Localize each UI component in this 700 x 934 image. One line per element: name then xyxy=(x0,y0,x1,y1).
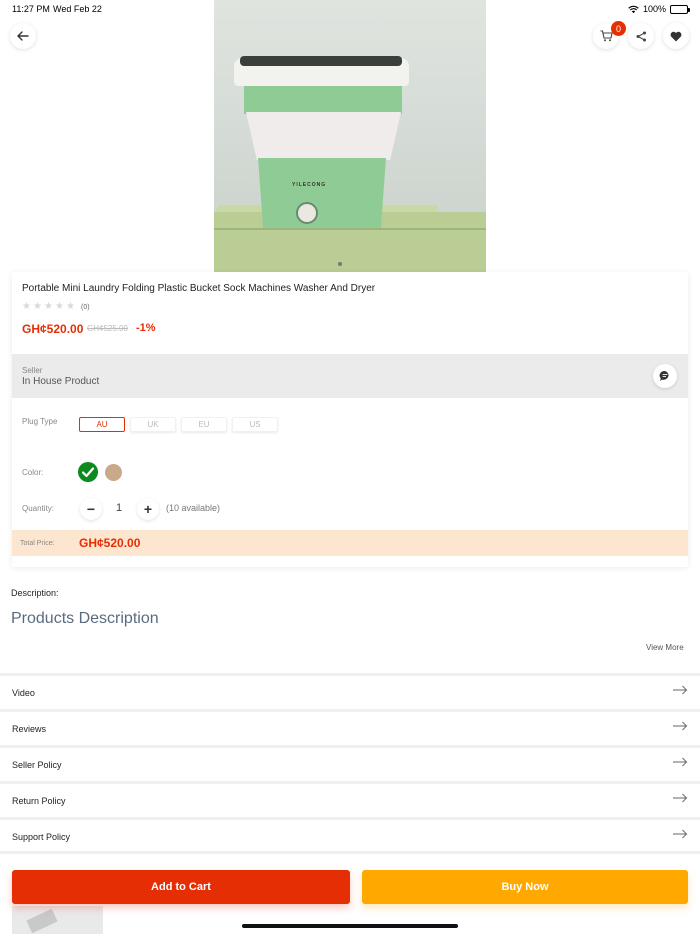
view-more-link[interactable]: View More xyxy=(646,643,684,652)
available-count: (10 available) xyxy=(166,503,221,513)
star-icon: ★ xyxy=(44,301,53,312)
buy-now-button[interactable]: Buy Now xyxy=(362,870,688,904)
product-title: Portable Mini Laundry Folding Plastic Bu… xyxy=(22,283,376,294)
total-price-value: GH¢520.00 xyxy=(79,536,141,550)
share-icon xyxy=(636,31,646,41)
arrow-right-icon xyxy=(673,685,688,695)
quantity-increase-button[interactable]: + xyxy=(137,498,159,520)
color-label: Color: xyxy=(22,468,44,477)
quantity-value: 1 xyxy=(116,502,123,514)
section-row-label: Return Policy xyxy=(12,796,66,806)
color-swatch-green[interactable] xyxy=(78,462,98,482)
rating-count: (0) xyxy=(81,303,90,311)
seller-section: Seller In House Product xyxy=(12,354,688,398)
arrow-right-icon xyxy=(673,757,688,767)
battery-percent: 100% xyxy=(642,4,666,14)
plug-type-label: Plug Type xyxy=(22,417,58,426)
home-indicator[interactable] xyxy=(242,924,458,928)
star-icon: ★ xyxy=(66,301,75,312)
product-details-card: Portable Mini Laundry Folding Plastic Bu… xyxy=(12,272,688,567)
washer-knob xyxy=(296,202,318,224)
section-row-label: Video xyxy=(12,688,35,698)
quantity-label: Quantity: xyxy=(22,504,55,513)
section-row-support-policy[interactable]: Support Policy xyxy=(0,817,700,854)
cart-count-badge: 0 xyxy=(611,21,626,36)
wishlist-button[interactable] xyxy=(663,23,689,49)
related-product-thumbnail[interactable] xyxy=(12,906,103,934)
total-price-label: Total Price: xyxy=(20,540,55,547)
heart-icon xyxy=(670,31,682,41)
chat-icon xyxy=(659,370,669,381)
status-time: 11:27 PM xyxy=(12,4,50,14)
status-date: Wed Feb 22 xyxy=(53,4,102,14)
discount-label: -1% xyxy=(136,322,156,334)
section-row-label: Reviews xyxy=(12,724,47,734)
seller-name: In House Product xyxy=(22,376,100,387)
section-row-return-policy[interactable]: Return Policy xyxy=(0,781,700,815)
color-swatch-beige[interactable] xyxy=(105,464,122,481)
cart-icon xyxy=(600,30,613,42)
arrow-right-icon xyxy=(673,721,688,731)
arrow-right-icon xyxy=(673,793,688,803)
star-icon: ★ xyxy=(22,301,31,312)
section-row-label: Seller Policy xyxy=(12,760,62,770)
description-label: Description: xyxy=(11,588,59,598)
wifi-icon xyxy=(628,5,639,13)
battery-icon xyxy=(670,4,690,14)
share-button[interactable] xyxy=(628,23,654,49)
total-price-bar: Total Price: GH¢520.00 xyxy=(12,530,688,556)
section-row-label: Support Policy xyxy=(12,832,71,842)
section-row-reviews[interactable]: Reviews xyxy=(0,709,700,743)
plug-option-au[interactable]: AU xyxy=(79,417,125,432)
plug-option-eu[interactable]: EU xyxy=(181,417,227,432)
product-price: GH¢520.00 xyxy=(22,322,84,336)
section-row-video[interactable]: Video xyxy=(0,673,700,707)
plug-option-us[interactable]: US xyxy=(232,417,278,432)
section-row-seller-policy[interactable]: Seller Policy xyxy=(0,745,700,779)
arrow-right-icon xyxy=(673,829,688,839)
check-icon xyxy=(81,467,95,478)
status-right: 100% xyxy=(628,4,690,14)
chat-seller-button[interactable] xyxy=(653,364,677,388)
description-heading: Products Description xyxy=(11,610,159,627)
star-icon: ★ xyxy=(55,301,64,312)
seller-label: Seller xyxy=(22,366,43,375)
arrow-left-icon xyxy=(17,31,29,41)
back-button[interactable] xyxy=(10,23,36,49)
product-image[interactable]: YILECONG xyxy=(214,0,486,273)
quantity-decrease-button[interactable]: − xyxy=(80,498,102,520)
plug-option-uk[interactable]: UK xyxy=(130,417,176,432)
add-to-cart-button[interactable]: Add to Cart xyxy=(12,870,350,904)
rating-stars[interactable]: ★ ★ ★ ★ ★ (0) xyxy=(22,302,90,312)
product-old-price: GH¢525.00 xyxy=(87,324,128,333)
star-icon: ★ xyxy=(33,301,42,312)
product-brand-text: YILECONG xyxy=(292,182,327,188)
image-pager-dot[interactable] xyxy=(338,262,342,266)
